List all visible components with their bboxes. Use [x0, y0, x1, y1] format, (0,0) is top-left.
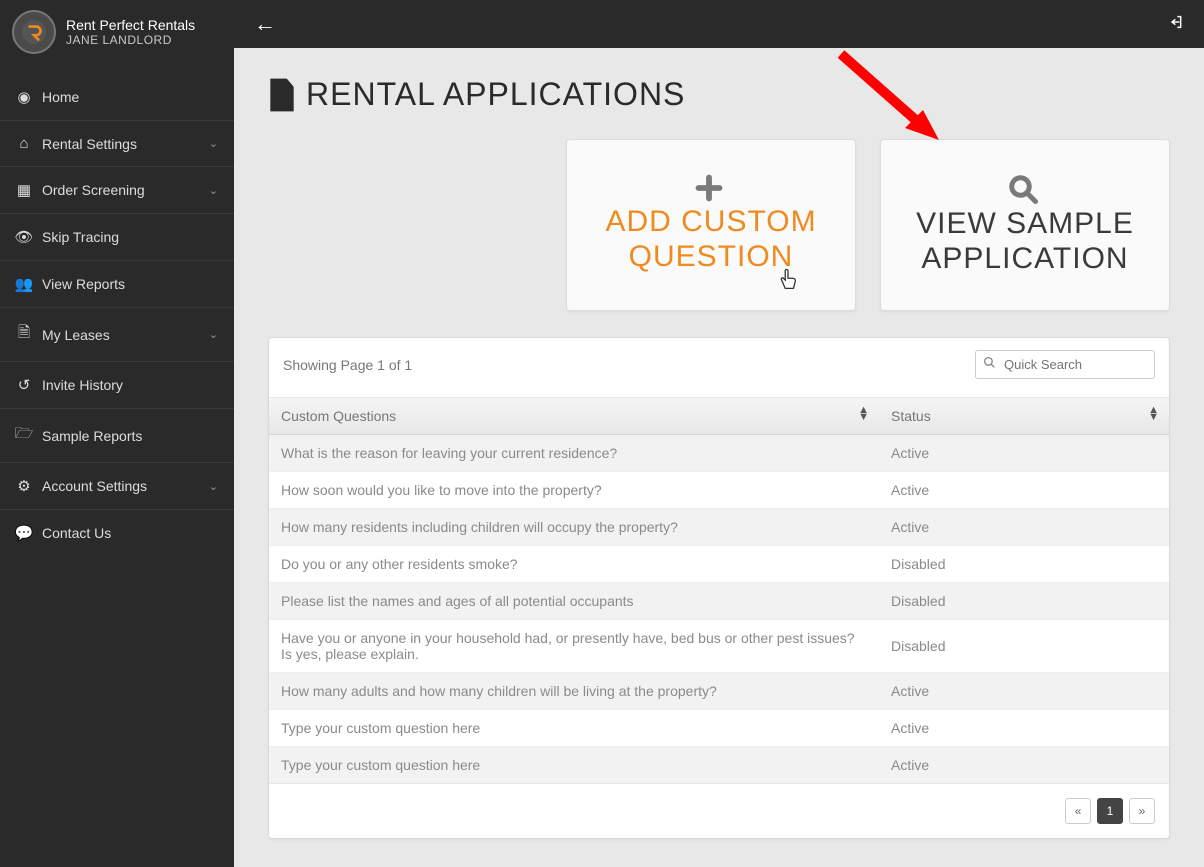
page-title-text: RENTAL APPLICATIONS [306, 76, 685, 113]
cell-status: Active [879, 747, 1169, 784]
nav-icon: ⚙ [16, 477, 32, 495]
sidebar-item-label: Rental Settings [42, 136, 137, 152]
page-title: RENTAL APPLICATIONS [268, 76, 1170, 113]
table-row[interactable]: Please list the names and ages of all po… [269, 583, 1169, 620]
pointer-cursor-icon [777, 268, 799, 300]
table-row[interactable]: Type your custom question hereActive [269, 747, 1169, 784]
search-icon [983, 356, 996, 372]
pager-text: Showing Page 1 of 1 [283, 357, 412, 373]
app-name: Rent Perfect Rentals [66, 17, 195, 34]
view-sample-application-label: VIEW SAMPLE APPLICATION [901, 207, 1149, 276]
cell-question: How many adults and how many children wi… [269, 673, 879, 710]
sidebar-item-contact-us[interactable]: 💬 Contact Us [0, 510, 234, 556]
chevron-down-icon: ⌄ [209, 328, 218, 341]
cell-status: Active [879, 472, 1169, 509]
column-header-question[interactable]: Custom Questions ▲▼ [269, 398, 879, 435]
cell-question: Have you or anyone in your household had… [269, 620, 879, 673]
cell-status: Active [879, 435, 1169, 472]
add-custom-question-label: ADD CUSTOM QUESTION [587, 205, 835, 274]
cell-question: Type your custom question here [269, 710, 879, 747]
table-row[interactable]: Have you or anyone in your household had… [269, 620, 1169, 673]
sidebar-item-label: Home [42, 89, 79, 105]
sidebar-item-order-screening[interactable]: ▦ Order Screening ⌄ [0, 167, 234, 213]
sidebar-item-rental-settings[interactable]: ⌂ Rental Settings ⌄ [0, 121, 234, 166]
nav-icon: 👥 [16, 275, 32, 293]
nav-icon: ▦ [16, 181, 32, 199]
cell-question: How many residents including children wi… [269, 509, 879, 546]
logout-icon[interactable] [1168, 14, 1184, 35]
nav-icon: ↺ [16, 376, 32, 394]
sidebar-item-sample-reports[interactable]: 🗁 Sample Reports [0, 409, 234, 462]
table-row[interactable]: Type your custom question hereActive [269, 710, 1169, 747]
sidebar-item-label: Invite History [42, 377, 123, 393]
arrow-annotation [835, 48, 955, 158]
nav-icon: ⌂ [16, 135, 32, 152]
sidebar-item-label: Order Screening [42, 182, 145, 198]
cell-question: What is the reason for leaving your curr… [269, 435, 879, 472]
cell-question: Type your custom question here [269, 747, 879, 784]
table-row[interactable]: How many residents including children wi… [269, 509, 1169, 546]
sidebar-item-label: Skip Tracing [42, 229, 119, 245]
sidebar-item-home[interactable]: ◉ Home [0, 74, 234, 120]
nav-icon: ◉ [16, 88, 32, 106]
sidebar-item-label: Account Settings [42, 478, 147, 494]
column-header-status[interactable]: Status ▲▼ [879, 398, 1169, 435]
sidebar-item-label: Sample Reports [42, 428, 142, 444]
table-row[interactable]: Do you or any other residents smoke?Disa… [269, 546, 1169, 583]
plus-icon [695, 174, 723, 205]
cell-status: Active [879, 509, 1169, 546]
cell-question: Do you or any other residents smoke? [269, 546, 879, 583]
search-icon [1008, 174, 1038, 207]
cell-status: Disabled [879, 620, 1169, 673]
add-custom-question-card[interactable]: ADD CUSTOM QUESTION [566, 139, 856, 311]
table-row[interactable]: How soon would you like to move into the… [269, 472, 1169, 509]
sidebar-item-label: My Leases [42, 327, 110, 343]
page-1-button[interactable]: 1 [1097, 798, 1123, 824]
cell-status: Disabled [879, 583, 1169, 620]
sidebar-item-label: View Reports [42, 276, 125, 292]
page-last-button[interactable]: » [1129, 798, 1155, 824]
page-first-button[interactable]: « [1065, 798, 1091, 824]
sort-icon: ▲▼ [858, 407, 869, 421]
sidebar: Rent Perfect Rentals JANE LANDLORD ◉ Home… [0, 0, 234, 867]
nav-icon: 💬 [16, 524, 32, 542]
nav-icon: 🗁 [16, 423, 32, 448]
sidebar-nav: ◉ Home ⌂ Rental Settings ⌄ ▦ Order Screening ⌄ 👁… [0, 74, 234, 556]
chevron-down-icon: ⌄ [209, 137, 218, 150]
cell-status: Active [879, 673, 1169, 710]
nav-icon: 👁 [16, 228, 32, 246]
document-icon [268, 78, 296, 112]
sidebar-item-skip-tracing[interactable]: 👁 Skip Tracing [0, 214, 234, 260]
app-logo [12, 10, 56, 54]
cell-status: Active [879, 710, 1169, 747]
sidebar-item-my-leases[interactable]: 🗎 My Leases ⌄ [0, 308, 234, 361]
sidebar-item-label: Contact Us [42, 525, 111, 541]
nav-icon: 🗎 [16, 322, 32, 347]
chevron-down-icon: ⌄ [209, 184, 218, 197]
sidebar-item-account-settings[interactable]: ⚙ Account Settings ⌄ [0, 463, 234, 509]
chevron-down-icon: ⌄ [209, 480, 218, 493]
table-row[interactable]: How many adults and how many children wi… [269, 673, 1169, 710]
quick-search-input[interactable] [975, 350, 1155, 379]
cell-status: Disabled [879, 546, 1169, 583]
user-name: JANE LANDLORD [66, 33, 195, 47]
cell-question: How soon would you like to move into the… [269, 472, 879, 509]
topbar: ← [234, 0, 1204, 48]
cell-question: Please list the names and ages of all po… [269, 583, 879, 620]
back-button[interactable]: ← [254, 11, 276, 37]
pagination: « 1 » [269, 783, 1169, 838]
sidebar-item-view-reports[interactable]: 👥 View Reports [0, 261, 234, 307]
sidebar-item-invite-history[interactable]: ↺ Invite History [0, 362, 234, 408]
view-sample-application-card[interactable]: VIEW SAMPLE APPLICATION [880, 139, 1170, 311]
sidebar-header: Rent Perfect Rentals JANE LANDLORD [0, 0, 234, 64]
table-row[interactable]: What is the reason for leaving your curr… [269, 435, 1169, 472]
sort-icon: ▲▼ [1148, 407, 1159, 421]
questions-table-card: Showing Page 1 of 1 Custom Questions [268, 337, 1170, 839]
